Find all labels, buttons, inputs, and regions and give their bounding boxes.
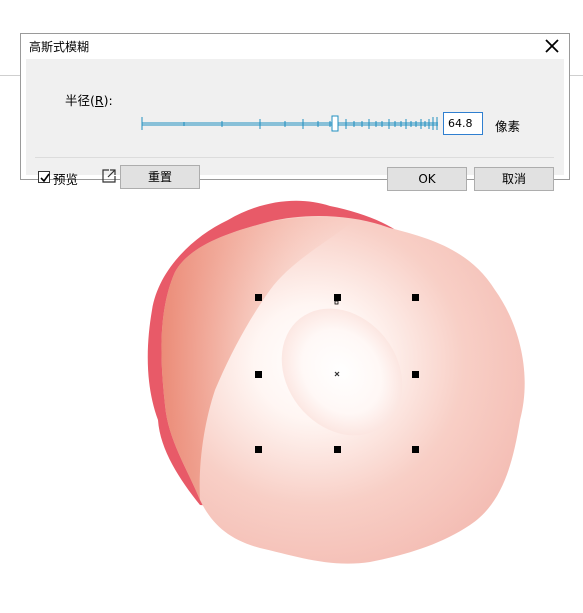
preview-label[interactable]: 预览: [53, 169, 78, 188]
gaussian-blur-dialog: 高斯式模糊 半径(R): 64.8 像素 预览 重置 OK 取消: [20, 33, 570, 191]
preview-checkbox[interactable]: [38, 171, 50, 183]
radius-unit-label: 像素: [495, 119, 521, 134]
separator: [35, 157, 554, 158]
dialog-title: 高斯式模糊: [29, 40, 90, 54]
handle-bottom-center: [334, 446, 341, 453]
dialog-body: 半径(R): 64.8 像素 预览 重置 OK 取消: [26, 59, 564, 191]
handle-top-center: [334, 294, 341, 301]
radius-value-input[interactable]: 64.8: [443, 112, 483, 135]
radius-label: 半径(R):: [65, 93, 113, 108]
slider-thumb: [331, 115, 339, 132]
handle-middle-right: [412, 371, 419, 378]
close-icon[interactable]: [541, 35, 563, 57]
radius-slider[interactable]: [140, 111, 440, 135]
handle-middle-left: [255, 371, 262, 378]
cancel-button[interactable]: 取消: [474, 167, 554, 191]
handle-top-left: [255, 294, 262, 301]
title-bar[interactable]: 高斯式模糊: [21, 34, 569, 58]
popout-icon[interactable]: [100, 167, 118, 185]
handle-top-right: [412, 294, 419, 301]
checkmark-icon: [40, 173, 50, 183]
reset-button[interactable]: 重置: [120, 165, 200, 189]
handle-bottom-right: [412, 446, 419, 453]
handle-bottom-left: [255, 446, 262, 453]
ok-button[interactable]: OK: [387, 167, 467, 191]
